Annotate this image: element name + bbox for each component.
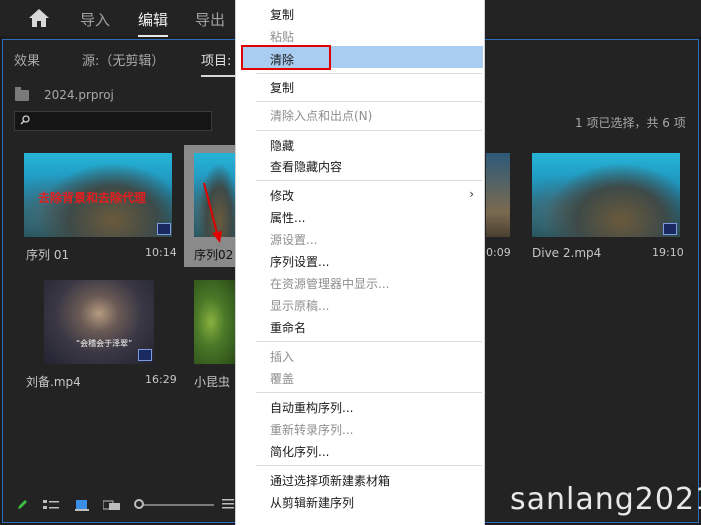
menu-item-overwrite[interactable]: 覆盖 — [270, 370, 294, 387]
menu-separator — [256, 392, 482, 393]
audio-wave-icon — [138, 349, 152, 361]
menu-separator — [256, 341, 482, 342]
menu-separator — [256, 73, 482, 74]
menu-item-show-original[interactable]: 显示原稿... — [270, 297, 329, 314]
clip-duration: 19:10 — [652, 246, 684, 259]
red-highlight-box-annotation — [241, 45, 331, 70]
clip-tile-selected[interactable]: 序列02 — [184, 145, 236, 267]
nav-edit[interactable]: 编辑 — [138, 9, 169, 37]
zoom-slider-handle[interactable] — [134, 499, 144, 509]
filmstrip-icon — [663, 223, 677, 235]
menu-separator — [256, 180, 482, 181]
clip-tile[interactable]: 0:09 — [486, 145, 522, 265]
watermark-text: sanlang2021 — [510, 482, 701, 517]
home-icon[interactable] — [28, 8, 50, 28]
menu-item-retranscribe[interactable]: 重新转录序列... — [270, 421, 353, 438]
tab-project[interactable]: 项目: — [201, 50, 238, 77]
folder-icon — [15, 87, 29, 101]
clip-duration: 0:09 — [486, 246, 511, 259]
thumbnail-overlay-text: 去除背景和去除代理 — [38, 191, 147, 205]
menu-item-properties[interactable]: 属性... — [270, 209, 305, 226]
menu-separator — [256, 465, 482, 466]
menu-item-view-hidden[interactable]: 查看隐藏内容 — [270, 158, 342, 175]
nav-import[interactable]: 导入 — [80, 9, 110, 30]
clip-thumbnail — [486, 153, 510, 237]
menu-item-sequence-settings[interactable]: 序列设置... — [270, 253, 329, 270]
menu-item-clear-in-out[interactable]: 清除入点和出点(N) — [270, 107, 372, 124]
red-arrow-annotation — [203, 182, 222, 243]
search-icon — [20, 115, 30, 125]
tab-effects[interactable]: 效果 — [14, 50, 40, 69]
clip-tile[interactable]: 去除背景和去除代理 序列 01 10:14 — [14, 145, 184, 265]
menu-item-copy[interactable]: 复制 — [270, 6, 294, 23]
icon-view-icon[interactable] — [75, 499, 89, 511]
menu-item-new-bin-from-selection[interactable]: 通过选择项新建素材箱 — [270, 472, 390, 489]
clip-thumbnail — [194, 280, 236, 364]
menu-item-duplicate[interactable]: 复制 — [270, 79, 294, 96]
nav-export[interactable]: 导出 — [195, 9, 225, 30]
menu-item-paste[interactable]: 粘贴 — [270, 28, 294, 45]
clip-tile[interactable]: “会稽会于泽翠” 刘备.mp4 16:29 — [14, 272, 184, 392]
search-input[interactable] — [14, 111, 212, 131]
clip-thumbnail — [532, 153, 680, 237]
menu-item-rename[interactable]: 重命名 — [270, 319, 306, 336]
clip-duration: 10:14 — [145, 246, 177, 259]
sequence-icon — [157, 223, 171, 235]
zoom-slider-track[interactable] — [140, 504, 214, 506]
list-view-icon[interactable] — [43, 499, 59, 511]
context-menu: 复制 粘贴 清除 复制 清除入点和出点(N) 隐藏 查看隐藏内容 修改 › 属性… — [235, 0, 485, 525]
pencil-icon[interactable] — [16, 498, 29, 511]
menu-separator — [256, 130, 482, 131]
freeform-view-icon[interactable] — [103, 499, 121, 511]
menu-item-source-settings[interactable]: 源设置... — [270, 231, 317, 248]
clip-name: Dive 2.mp4 — [532, 246, 602, 260]
menu-item-insert[interactable]: 插入 — [270, 348, 294, 365]
project-filename: 2024.prproj — [44, 88, 114, 102]
menu-item-hide[interactable]: 隐藏 — [270, 137, 294, 154]
clip-tile[interactable]: Dive 2.mp4 19:10 — [522, 145, 692, 265]
menu-item-simplify-sequence[interactable]: 简化序列... — [270, 443, 329, 460]
menu-item-reveal-in-explorer[interactable]: 在资源管理器中显示... — [270, 275, 389, 292]
tab-source[interactable]: 源:（无剪辑） — [82, 50, 164, 69]
thumbnail-subtitle: “会稽会于泽翠” — [76, 339, 133, 348]
clip-duration: 16:29 — [145, 373, 177, 386]
clip-tile[interactable]: 小昆虫 — [184, 272, 236, 392]
clip-name: 序列 01 — [26, 248, 70, 262]
clip-name: 小昆虫 — [194, 375, 231, 389]
clip-name: 刘备.mp4 — [26, 375, 81, 389]
selection-status: 1 项已选择，共 6 项 — [575, 116, 686, 130]
menu-separator — [256, 101, 482, 102]
sort-menu-icon[interactable] — [222, 499, 234, 509]
clip-name: 序列02 — [194, 248, 234, 262]
menu-item-new-sequence-from-clip[interactable]: 从剪辑新建序列 — [270, 494, 354, 511]
menu-item-auto-reframe[interactable]: 自动重构序列... — [270, 399, 353, 416]
menu-item-modify[interactable]: 修改 — [270, 187, 294, 204]
chevron-right-icon: › — [469, 187, 474, 201]
